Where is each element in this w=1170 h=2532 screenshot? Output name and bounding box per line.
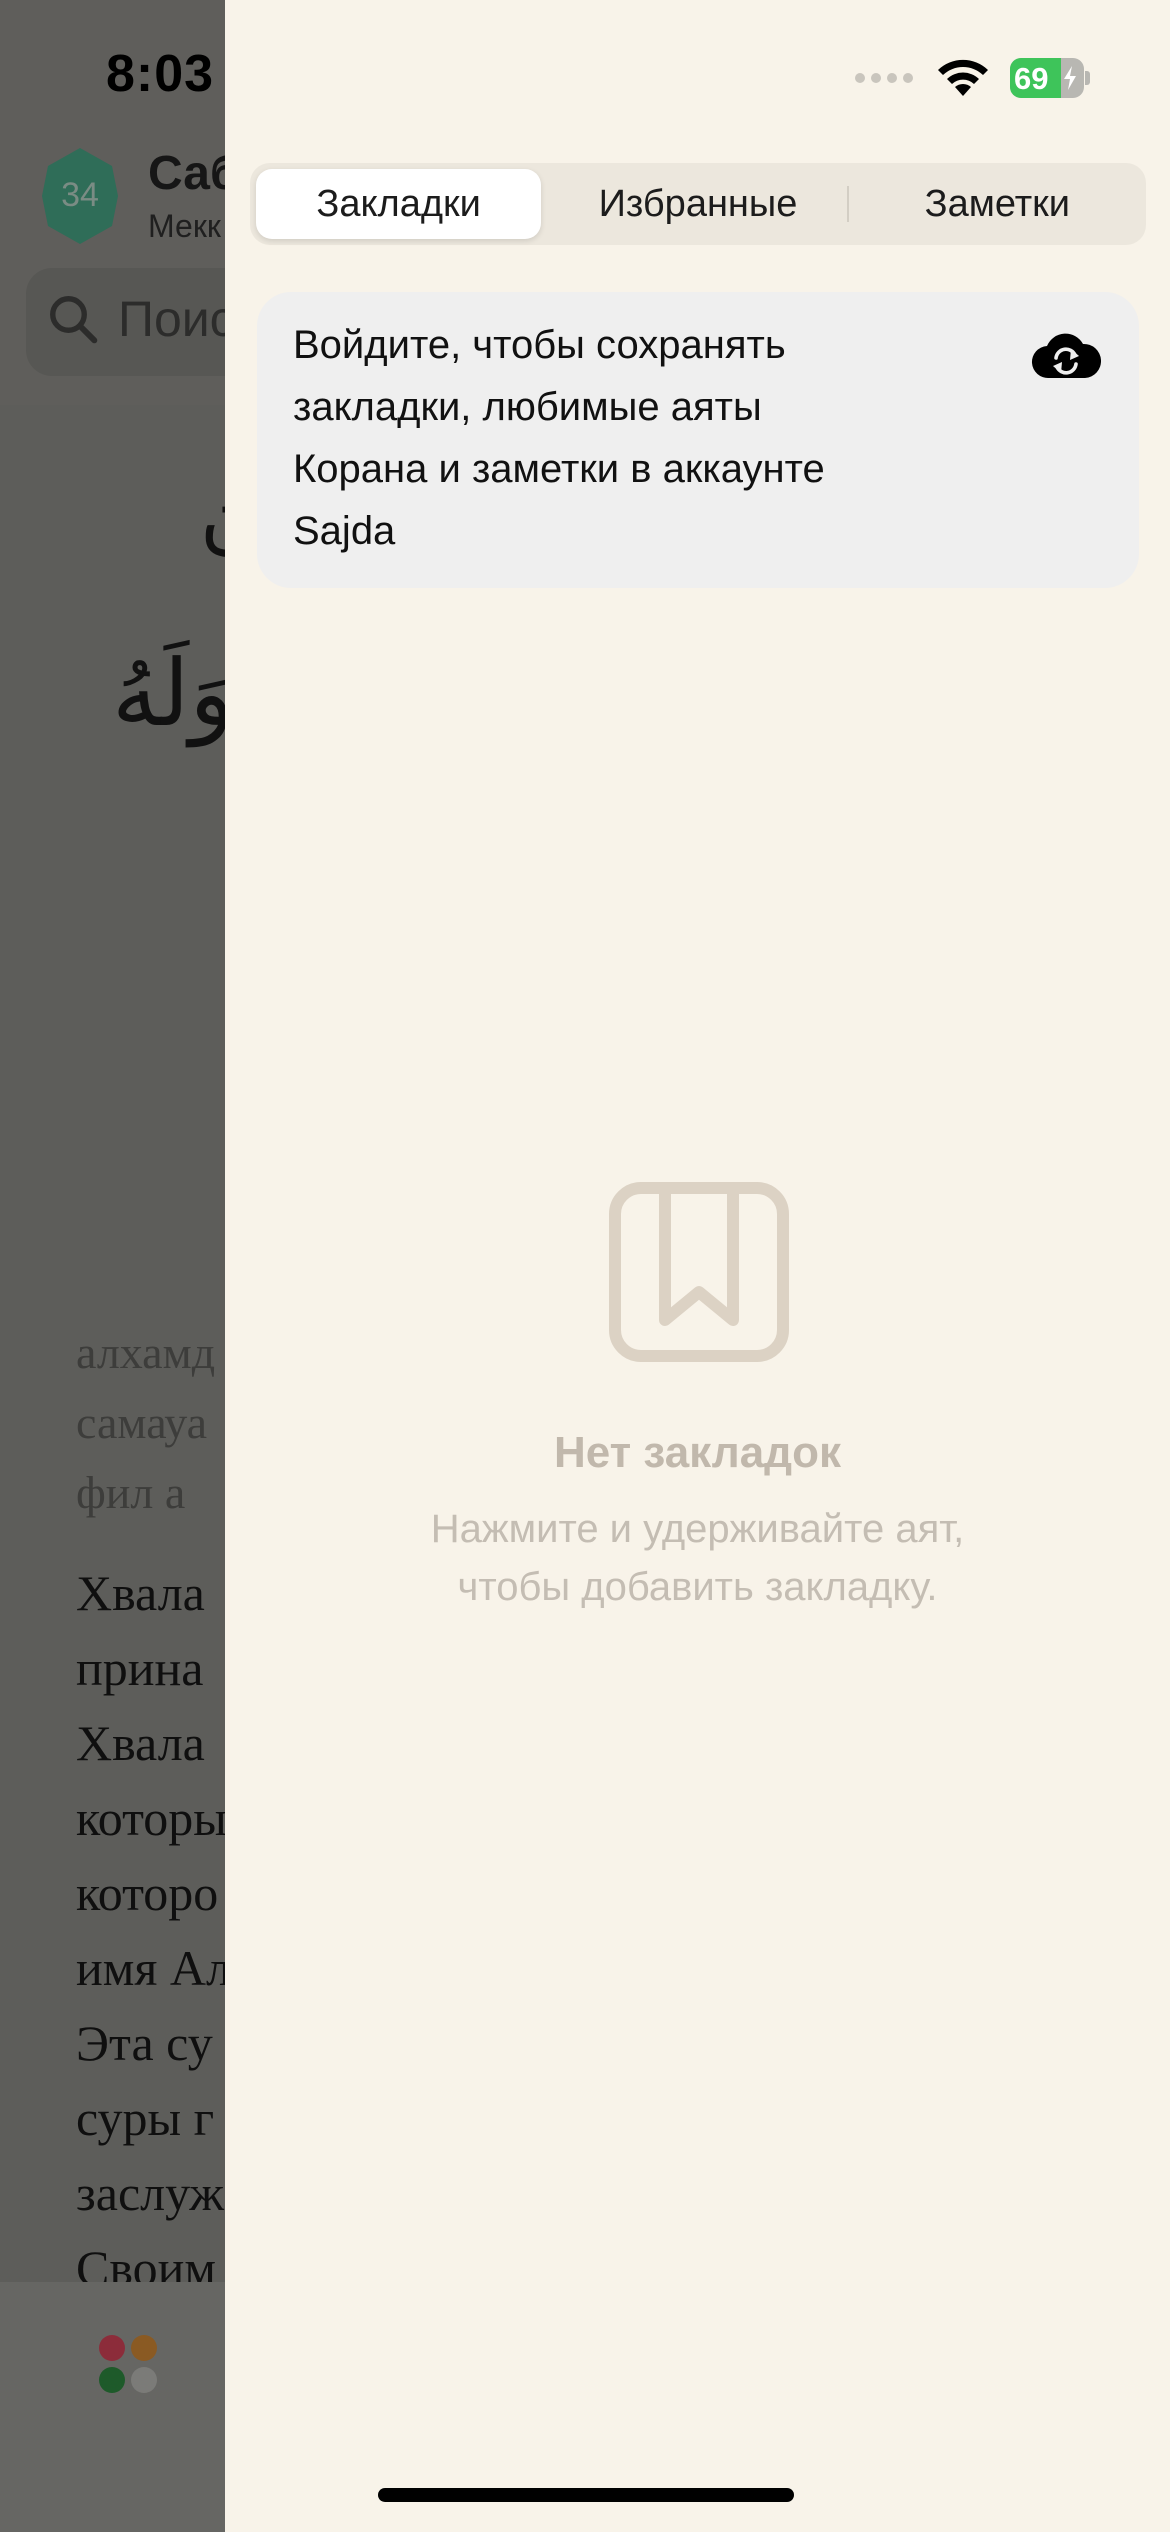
status-bar-right: 69: [854, 58, 1090, 98]
tab-bookmarks[interactable]: Закладки: [256, 169, 542, 239]
tab-notes[interactable]: Заметки: [855, 169, 1140, 239]
tab-label: Заметки: [924, 182, 1070, 225]
surah-subtitle: Мекк: [148, 208, 221, 244]
sign-in-message-line: закладки, любимые аяты: [293, 385, 762, 429]
status-time: 8:03: [106, 45, 215, 103]
empty-state-subtitle: Нажмите и удерживайте аят, чтобы добавит…: [225, 1500, 1170, 1616]
empty-state-subtitle-line: Нажмите и удерживайте аят,: [430, 1507, 965, 1551]
battery-level-text: 69: [1014, 61, 1049, 96]
arabic-text-line: وَلَهُ: [112, 640, 234, 747]
bookmark-icon: [609, 1182, 789, 1362]
search-placeholder: Поис: [118, 291, 235, 347]
sign-in-message: Войдите, чтобы сохранять закладки, любим…: [293, 314, 993, 562]
surah-number: 34: [61, 176, 99, 214]
wifi-icon: [938, 59, 988, 96]
sign-in-message-line: Корана и заметки в аккаунте: [293, 447, 825, 491]
charging-bolt-icon: [1064, 66, 1076, 90]
sign-in-message-line: Войдите, чтобы сохранять: [293, 323, 786, 367]
cloud-sync-icon[interactable]: [1031, 328, 1101, 382]
sign-in-card[interactable]: Войдите, чтобы сохранять закладки, любим…: [257, 292, 1139, 588]
tab-label: Закладки: [316, 182, 481, 225]
tab-favorites[interactable]: Избранные: [555, 169, 840, 239]
sign-in-message-line: Sajda: [293, 509, 396, 553]
battery-icon: 69: [1010, 58, 1090, 98]
tab-divider: [846, 186, 849, 222]
empty-state-title: Нет закладок: [553, 1428, 841, 1477]
cellular-icon: [855, 73, 913, 83]
empty-state-subtitle-line: чтобы добавить закладку.: [457, 1565, 938, 1609]
tab-label: Избранные: [598, 182, 798, 225]
bookmark-tabs-segmented-control: Закладки Избранные Заметки: [250, 163, 1146, 245]
apps-grid-icon[interactable]: [96, 2332, 160, 2396]
search-icon: [50, 296, 98, 344]
home-indicator[interactable]: [378, 2488, 794, 2502]
bookmarks-panel: 69 Закладки Избранные Заметки Войдите, ч…: [225, 0, 1170, 2532]
